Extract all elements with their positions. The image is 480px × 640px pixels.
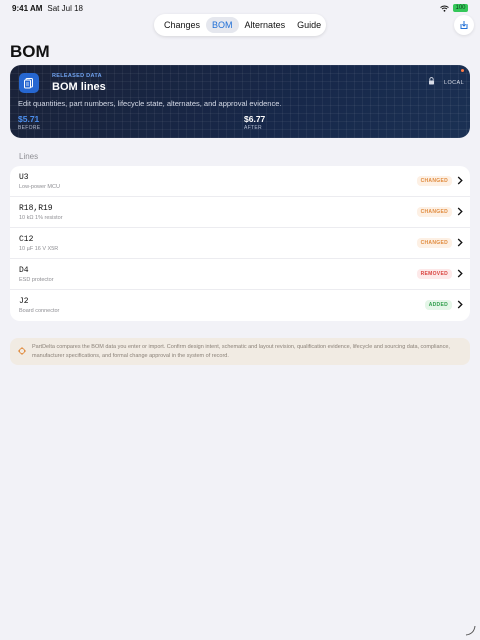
status-badge: REMOVED <box>416 269 452 279</box>
before-cost-label: BEFORE <box>18 125 41 131</box>
status-dot <box>461 69 464 72</box>
lock-icon <box>429 77 434 85</box>
line-reference: U3 <box>19 173 29 182</box>
mode-label: LOCAL <box>444 80 465 86</box>
status-badge: CHANGED <box>416 207 452 217</box>
status-right: 100 <box>440 4 468 12</box>
bom-line-row[interactable]: R18,R19 10 kΩ 1% resistor CHANGED <box>10 197 470 228</box>
line-description: ESD protector <box>19 277 54 283</box>
line-reference: C12 <box>19 235 34 244</box>
chevron-right-icon <box>457 238 463 247</box>
tab-alternates[interactable]: Alternates <box>239 17 292 33</box>
bom-line-row[interactable]: U3 Low-power MCU CHANGED <box>10 166 470 197</box>
card-eyebrow: RELEASED DATA <box>52 73 102 79</box>
bom-line-row[interactable]: J2 Board connector ADDED <box>10 290 470 321</box>
chevron-right-icon <box>457 176 463 185</box>
resize-handle-icon[interactable] <box>464 624 476 636</box>
status-date: Sat Jul 18 <box>47 3 83 13</box>
bom-line-row[interactable]: C12 10 µF 16 V X5R CHANGED <box>10 228 470 259</box>
tab-bom[interactable]: BOM <box>206 17 239 33</box>
card-description: Edit quantities, part numbers, lifecycle… <box>18 99 282 108</box>
line-reference: D4 <box>19 266 29 275</box>
line-description: Low-power MCU <box>19 184 60 190</box>
line-description: 10 kΩ 1% resistor <box>19 215 63 221</box>
tab-changes[interactable]: Changes <box>158 17 206 33</box>
status-badge: CHANGED <box>416 176 452 186</box>
line-reference: J2 <box>19 297 29 306</box>
status-badge: ADDED <box>424 300 452 310</box>
download-button[interactable] <box>454 15 474 35</box>
released-data-card: RELEASED DATA BOM lines LOCAL Edit quant… <box>10 65 470 138</box>
battery-icon: 100 <box>453 4 468 12</box>
chevron-right-icon <box>457 207 463 216</box>
after-cost-value: $6.77 <box>244 114 266 124</box>
chevron-right-icon <box>457 300 463 309</box>
card-heading: BOM lines <box>52 81 106 93</box>
line-description: Board connector <box>19 308 60 314</box>
disclaimer-note: PartDelta compares the BOM data you ente… <box>10 338 470 365</box>
wifi-icon <box>440 5 449 12</box>
page-title: BOM <box>10 42 50 61</box>
status-time: 9:41 AM <box>12 3 43 13</box>
status-badge: CHANGED <box>416 238 452 248</box>
section-label-lines: Lines <box>19 152 39 161</box>
bom-lines-list: U3 Low-power MCU CHANGED R18,R19 10 kΩ 1… <box>10 166 470 321</box>
after-cost-label: AFTER <box>244 125 262 131</box>
disclaimer-text: PartDelta compares the BOM data you ente… <box>32 344 450 359</box>
document-icon <box>19 73 39 93</box>
line-reference: R18,R19 <box>19 204 53 213</box>
tab-guide[interactable]: Guide <box>291 17 327 33</box>
download-icon <box>460 21 468 29</box>
crosshair-icon <box>18 347 26 355</box>
view-segmented-control: Changes BOM Alternates Guide <box>154 14 326 36</box>
bom-line-row[interactable]: D4 ESD protector REMOVED <box>10 259 470 290</box>
line-description: 10 µF 16 V X5R <box>19 246 59 252</box>
before-cost-value: $5.71 <box>18 114 40 124</box>
chevron-right-icon <box>457 269 463 278</box>
